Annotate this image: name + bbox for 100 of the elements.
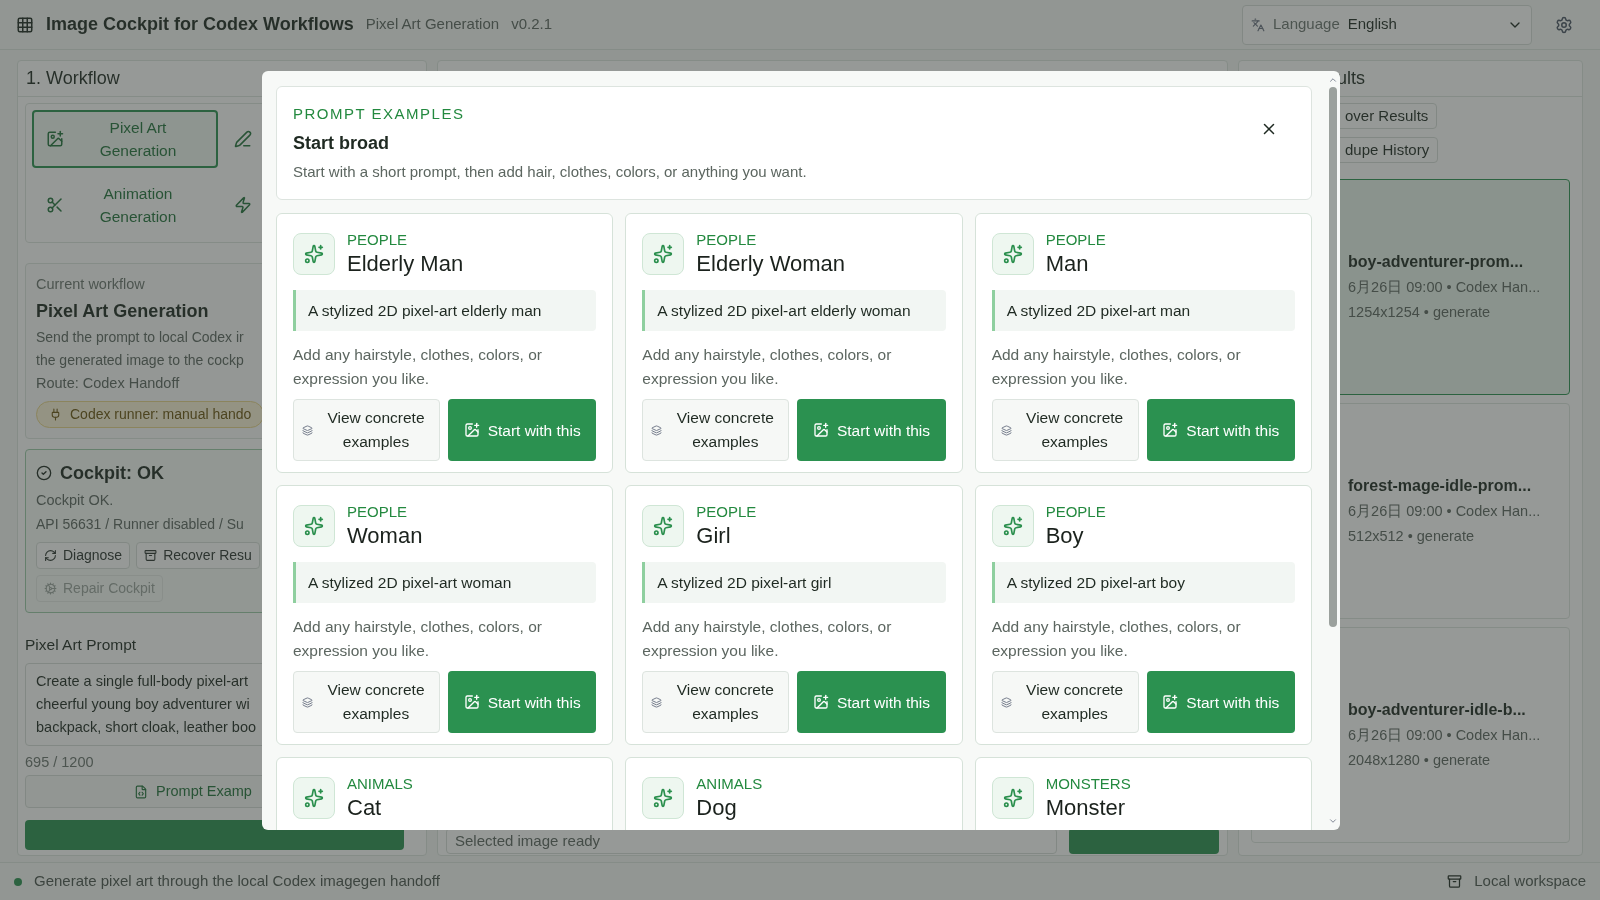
- layers-icon: [1000, 696, 1012, 708]
- image-plus-icon: [812, 694, 829, 711]
- prompt-quote: A stylized 2D pixel-art elderly man: [293, 290, 597, 332]
- layers-icon: [1000, 424, 1012, 436]
- workflow-tile[interactable]: Animation Generation: [32, 176, 218, 234]
- hint-text: Add any hairstyle, clothes, colors, or expression you like.: [991, 345, 1242, 390]
- sparkle-icon: [991, 505, 1034, 547]
- prompt-quote: A stylized 2D pixel-art girl: [642, 562, 946, 604]
- layers-icon: [302, 424, 313, 436]
- caption: Current workflow: [36, 275, 145, 294]
- example-title: Boy: [1045, 522, 1085, 550]
- status-message: Generate pixel art through the local Codex imagegen handoff: [34, 871, 440, 892]
- prompt-line: cheerful young boy adventurer wi: [36, 694, 250, 714]
- file-code-icon: [134, 784, 148, 799]
- category-label: ANIMALS: [696, 774, 763, 794]
- sparkle-icon: [991, 233, 1034, 275]
- view-examples-button[interactable]: View concrete examples: [642, 671, 790, 734]
- start-with-this-button[interactable]: Start with this: [448, 399, 597, 462]
- settings-icon: [1555, 15, 1573, 34]
- example-title: Monster: [1045, 794, 1127, 822]
- layers-icon: [651, 424, 663, 436]
- image-plus-icon: [463, 422, 480, 439]
- category-label: MONSTERS: [1045, 774, 1131, 794]
- start-with-this-button[interactable]: Start with this: [448, 671, 597, 734]
- sparkle-icon: [642, 505, 685, 547]
- dialog-eyebrow: PROMPT EXAMPLES: [293, 104, 466, 124]
- language-select[interactable]: Language English: [1242, 4, 1532, 45]
- scrollbar[interactable]: [1328, 75, 1338, 826]
- view-examples-button[interactable]: View concrete examples: [991, 399, 1139, 462]
- prompt-quote: A stylized 2D pixel-art boy: [991, 562, 1295, 604]
- view-examples-button[interactable]: View concrete examples: [293, 399, 440, 462]
- image-plus-icon: [1162, 422, 1179, 439]
- result-info: 1254x1254 • generate: [1348, 303, 1492, 322]
- hint-text: Add any hairstyle, clothes, colors, or expression you like.: [293, 345, 543, 390]
- result-title: boy-adventurer-prom...: [1348, 252, 1525, 273]
- start-with-this-button[interactable]: Start with this: [1146, 671, 1295, 734]
- view-examples-button[interactable]: View concrete examples: [293, 671, 440, 734]
- category-label: ANIMALS: [347, 774, 413, 794]
- workflow-name: Pixel Art Generation: [36, 299, 209, 323]
- sparkle-icon: [293, 777, 335, 819]
- layers-icon: [651, 696, 663, 708]
- category-label: PEOPLE: [347, 230, 409, 250]
- hint-text: Add any hairstyle, clothes, colors, or expression you like.: [642, 617, 893, 662]
- start-with-this-button[interactable]: Start with this: [797, 671, 946, 734]
- image-plus-icon: [463, 694, 480, 711]
- result-meta: 6月26日 09:00 • Codex Han...: [1348, 726, 1542, 746]
- category-label: PEOPLE: [1045, 502, 1106, 522]
- sparkle-icon: [293, 505, 335, 547]
- version-label: v0.2.1: [511, 14, 552, 35]
- app-title: Image Cockpit for Codex Workflows: [46, 13, 354, 36]
- view-examples-button[interactable]: View concrete examples: [642, 399, 790, 462]
- workspace-label: Local workspace: [1474, 871, 1586, 892]
- scissors-icon: [46, 196, 64, 214]
- start-with-this-button[interactable]: Start with this: [1146, 399, 1295, 462]
- cockpit-status: Cockpit OK.: [36, 490, 114, 510]
- translate-icon: [1251, 17, 1265, 32]
- description-text: Send the prompt to local Codex ir: [36, 327, 244, 347]
- lightning-icon: [234, 196, 252, 214]
- cockpit-button[interactable]: Diagnose: [36, 542, 131, 570]
- hint-text: Add any hairstyle, clothes, colors, or expression you like.: [642, 345, 893, 390]
- prompt-label: Pixel Art Prompt: [25, 635, 137, 656]
- archive-icon: [144, 549, 158, 563]
- hint-text: Add any hairstyle, clothes, colors, or expression you like.: [991, 617, 1242, 662]
- cockpit-title: Cockpit: OK: [60, 461, 164, 485]
- action-button[interactable]: [1069, 828, 1219, 854]
- scroll-up-icon[interactable]: [1328, 75, 1338, 85]
- example-title: Elderly Woman: [696, 250, 846, 278]
- gear-icon: [44, 582, 57, 596]
- character-counter: 695 / 1200: [25, 752, 94, 772]
- category-label: PEOPLE: [696, 230, 758, 250]
- result-title: boy-adventurer-idle-b...: [1348, 700, 1527, 721]
- start-with-this-button[interactable]: Start with this: [797, 399, 946, 462]
- category-label: PEOPLE: [1045, 230, 1106, 250]
- example-title: Man: [1045, 250, 1090, 278]
- cockpit-button[interactable]: Recover Resu: [136, 542, 260, 570]
- sparkle-icon: [642, 777, 685, 819]
- prompt-line: backpack, short cloak, leather boo: [36, 717, 257, 737]
- dialog-description: Start with a short prompt, then add hair, clothes, colors, or anything you want.: [293, 161, 808, 182]
- prompt-line: Create a single full-body pixel-art: [36, 671, 248, 691]
- app-subtitle: Pixel Art Generation: [365, 14, 500, 35]
- runner-badge: Codex runner: manual hando: [36, 400, 265, 428]
- image-plus-icon: [1162, 694, 1179, 711]
- check-circle-icon: [36, 465, 52, 481]
- hint-text: Add any hairstyle, clothes, colors, or expression you like.: [293, 617, 543, 662]
- result-info: 512x512 • generate: [1348, 527, 1475, 546]
- dialog-title: Start broad: [293, 131, 390, 155]
- prompt-quote: A stylized 2D pixel-art elderly woman: [642, 290, 946, 332]
- scroll-down-icon[interactable]: [1328, 816, 1338, 826]
- language-label: Language: [1273, 14, 1340, 35]
- result-title: forest-mage-idle-prom...: [1348, 476, 1533, 497]
- example-title: Woman: [347, 522, 423, 550]
- cockpit-details: API 56631 / Runner disabled / Su: [36, 515, 244, 535]
- grid-icon: [16, 15, 34, 34]
- language-value: English: [1347, 14, 1397, 35]
- workflow-tile[interactable]: Pixel Art Generation: [32, 110, 218, 168]
- prompt-quote: A stylized 2D pixel-art man: [991, 290, 1295, 332]
- image-plus-icon: [812, 422, 829, 439]
- example-title: Elderly Man: [347, 250, 464, 278]
- archive-icon: [1447, 874, 1463, 889]
- view-examples-button[interactable]: View concrete examples: [991, 671, 1139, 734]
